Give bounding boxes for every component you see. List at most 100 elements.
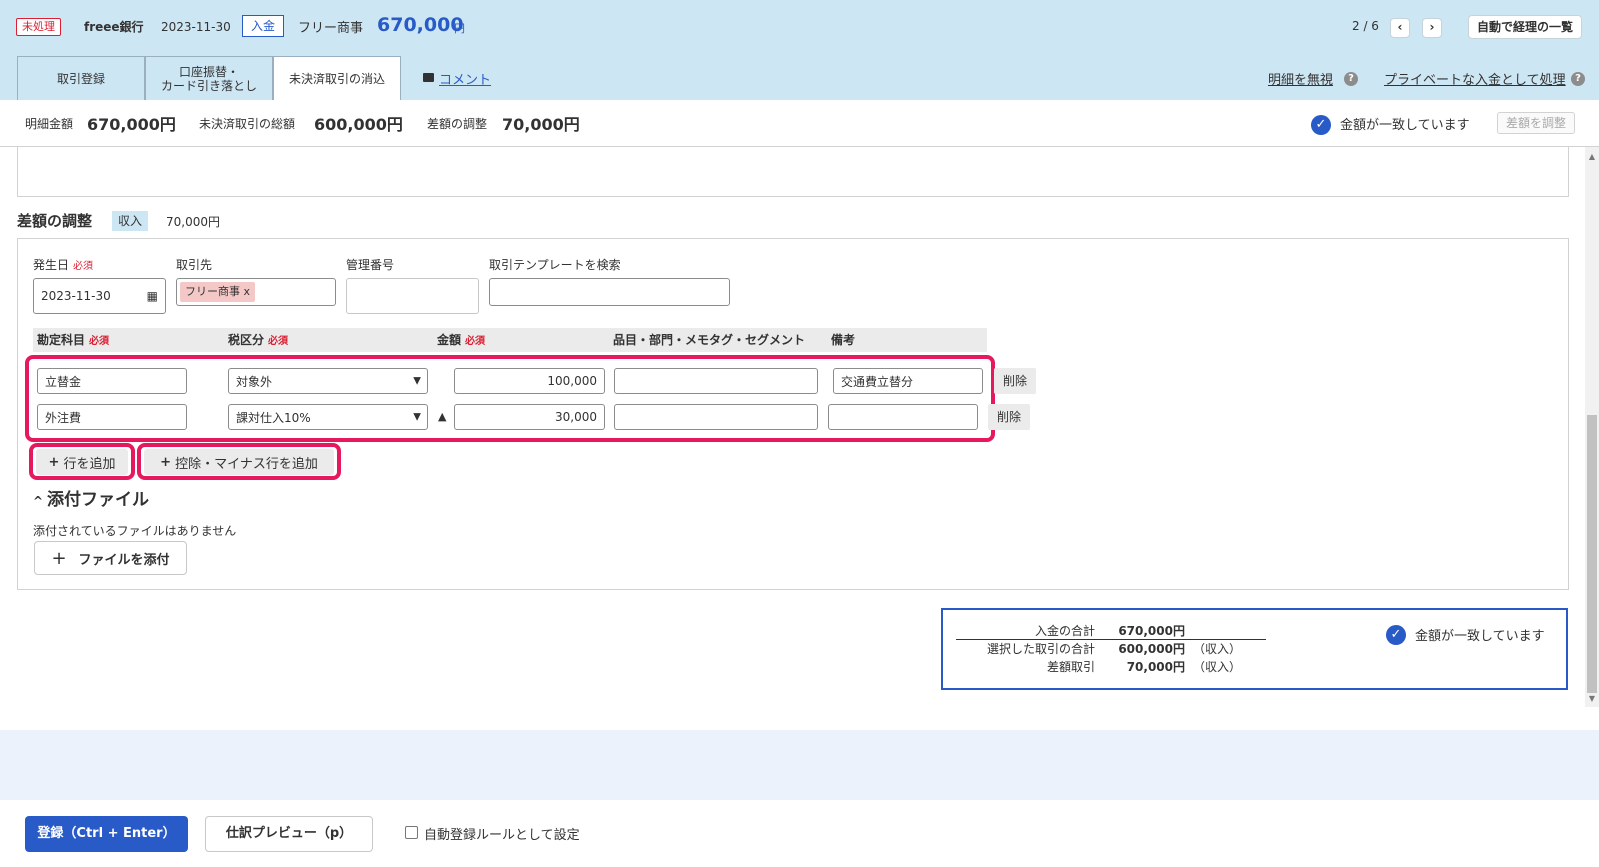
diff-total-label: 差額取引 <box>1046 660 1095 674</box>
pager-text: 2 / 6 <box>1352 19 1379 33</box>
tax-value: 課対仕入10% <box>236 410 311 425</box>
chevron-down-icon: ▼ <box>413 411 421 423</box>
check-icon: ✓ <box>1386 625 1406 645</box>
amount-value: 30,000 <box>555 410 597 424</box>
register-button[interactable]: 登録（Ctrl + Enter） <box>25 816 188 852</box>
chevron-down-icon: ▼ <box>413 375 421 387</box>
account-value: 立替金 <box>45 374 82 389</box>
deposit-total-row: 入金の合計 670,000円 <box>945 622 1185 639</box>
calendar-icon[interactable]: ▦ <box>147 289 158 303</box>
required-mark: 必須 <box>89 336 110 347</box>
date-label: 発生日 必須 <box>33 258 94 272</box>
template-search-label: 取引テンプレートを検索 <box>489 258 621 272</box>
diff-label: 差額の調整 <box>427 117 488 131</box>
prev-button[interactable]: ‹ <box>1390 18 1410 38</box>
tags-input[interactable] <box>614 368 818 394</box>
th-memo: 備考 <box>827 328 987 352</box>
mgmt-number-input[interactable] <box>346 278 479 314</box>
diff-value: 70,000円 <box>502 115 580 134</box>
add-minus-row-label: 控除・マイナス行を追加 <box>175 456 318 472</box>
selected-total-value: 600,000円 <box>1118 642 1185 656</box>
detail-amount-value: 670,000円 <box>87 115 176 134</box>
tab-label: 口座振替・ カード引き落とし <box>160 64 257 93</box>
scroll-down-icon[interactable]: ▼ <box>1585 692 1599 706</box>
required-mark: 必須 <box>465 336 486 347</box>
help-icon[interactable]: ? <box>1344 72 1358 86</box>
account-input[interactable]: 立替金 <box>37 368 187 394</box>
transaction-date: 2023-11-30 <box>161 20 231 34</box>
amount-input[interactable]: 100,000 <box>454 368 605 394</box>
diff-total-note: （収入） <box>1193 660 1242 674</box>
scrollbar-thumb[interactable] <box>1587 415 1597 693</box>
auto-rule-label[interactable]: 自動登録ルールとして設定 <box>424 824 580 843</box>
auto-rule-checkbox[interactable] <box>405 826 418 839</box>
memo-input[interactable]: 交通費立替分 <box>833 368 983 394</box>
tab-label: 取引登録 <box>56 71 105 86</box>
transaction-header: 未処理 freee銀行 2023-11-30 入金 フリー商事 670,000 … <box>0 0 1599 101</box>
account-value: 外注費 <box>45 410 82 425</box>
tags-input[interactable] <box>614 404 818 430</box>
adjust-diff-button[interactable]: 差額を調整 <box>1497 112 1576 134</box>
add-minus-row-button[interactable]: + 控除・マイナス行を追加 <box>144 449 334 475</box>
attach-file-button[interactable]: + ファイルを添付 <box>34 541 187 575</box>
delete-row-button[interactable]: 削除 <box>988 404 1030 430</box>
partner-tag[interactable]: フリー商事 x <box>180 282 256 302</box>
plus-icon: + <box>160 454 172 470</box>
plus-icon: + <box>48 454 60 470</box>
currency-label: 円 <box>454 22 465 35</box>
comment-icon <box>423 73 434 82</box>
partner-name: フリー商事 <box>298 21 364 36</box>
tab-settle[interactable]: 未決済取引の消込 <box>273 56 401 101</box>
tax-value: 対象外 <box>236 374 273 389</box>
th-tags: 品目・部門・メモタグ・セグメント <box>609 328 827 352</box>
account-input[interactable]: 外注費 <box>37 404 187 430</box>
date-input[interactable]: 2023-11-30 ▦ <box>33 278 166 314</box>
ignore-link[interactable]: 明細を無視 <box>1268 69 1333 88</box>
tab-transfer[interactable]: 口座振替・ カード引き落とし <box>145 56 273 100</box>
delete-row-button[interactable]: 削除 <box>994 368 1036 394</box>
minus-mark-icon: ▲ <box>438 410 447 423</box>
section-amount: 70,000円 <box>166 215 220 229</box>
chevron-right-icon: › <box>1429 20 1435 34</box>
scroll-up-icon[interactable]: ▲ <box>1585 150 1599 164</box>
th-amount: 金額 必須 <box>433 328 609 352</box>
tab-label: 未決済取引の消込 <box>288 72 385 86</box>
unsettled-total-value: 600,000円 <box>314 115 403 134</box>
status-badge: 未処理 <box>16 18 61 36</box>
attachments-empty-note: 添付されているファイルはありません <box>33 524 237 538</box>
bank-name: freee銀行 <box>84 20 144 34</box>
auto-accounting-list-button[interactable]: 自動で経理の一覧 <box>1468 15 1583 39</box>
next-button[interactable]: › <box>1422 18 1442 38</box>
attachments-title: 添付ファイル <box>47 490 149 510</box>
partner-input[interactable]: フリー商事 x <box>176 278 336 306</box>
memo-value: 交通費立替分 <box>841 374 914 389</box>
diff-total-row: 差額取引 70,000円 （収入） <box>945 658 1241 675</box>
attach-file-label: ファイルを添付 <box>78 552 170 568</box>
amount-input[interactable]: 30,000 <box>454 404 605 430</box>
type-badge: 入金 <box>242 15 285 37</box>
memo-input[interactable] <box>828 404 978 430</box>
tab-register[interactable]: 取引登録 <box>17 56 145 100</box>
detail-amount-label: 明細金額 <box>25 117 74 131</box>
comment-link[interactable]: コメント <box>439 69 491 88</box>
plus-icon: + <box>51 547 67 569</box>
private-deposit-link[interactable]: プライベートな入金として処理 <box>1384 69 1566 88</box>
required-mark: 必須 <box>268 336 289 347</box>
match-status: 金額が一致しています <box>1340 118 1470 133</box>
chevron-left-icon: ‹ <box>1397 20 1403 34</box>
selected-total-label: 選択した取引の合計 <box>986 642 1095 656</box>
unsettled-total-label: 未決済取引の総額 <box>199 117 296 131</box>
deposit-total-label: 入金の合計 <box>1034 624 1095 638</box>
journal-preview-button[interactable]: 仕訳プレビュー（p） <box>205 816 373 852</box>
tax-select[interactable]: 課対仕入10% ▼ <box>228 404 428 430</box>
add-row-button[interactable]: + 行を追加 <box>36 449 128 475</box>
tax-select[interactable]: 対象外 ▼ <box>228 368 428 394</box>
diff-total-value: 70,000円 <box>1126 660 1185 674</box>
selected-total-row: 選択した取引の合計 600,000円 （収入） <box>945 640 1241 657</box>
selected-total-note: （収入） <box>1193 642 1242 656</box>
template-search-input[interactable] <box>489 278 730 306</box>
help-icon[interactable]: ? <box>1571 72 1585 86</box>
transaction-amount: 670,000 <box>377 14 464 36</box>
collapse-icon[interactable]: ^ <box>33 494 43 508</box>
required-mark: 必須 <box>73 261 94 272</box>
